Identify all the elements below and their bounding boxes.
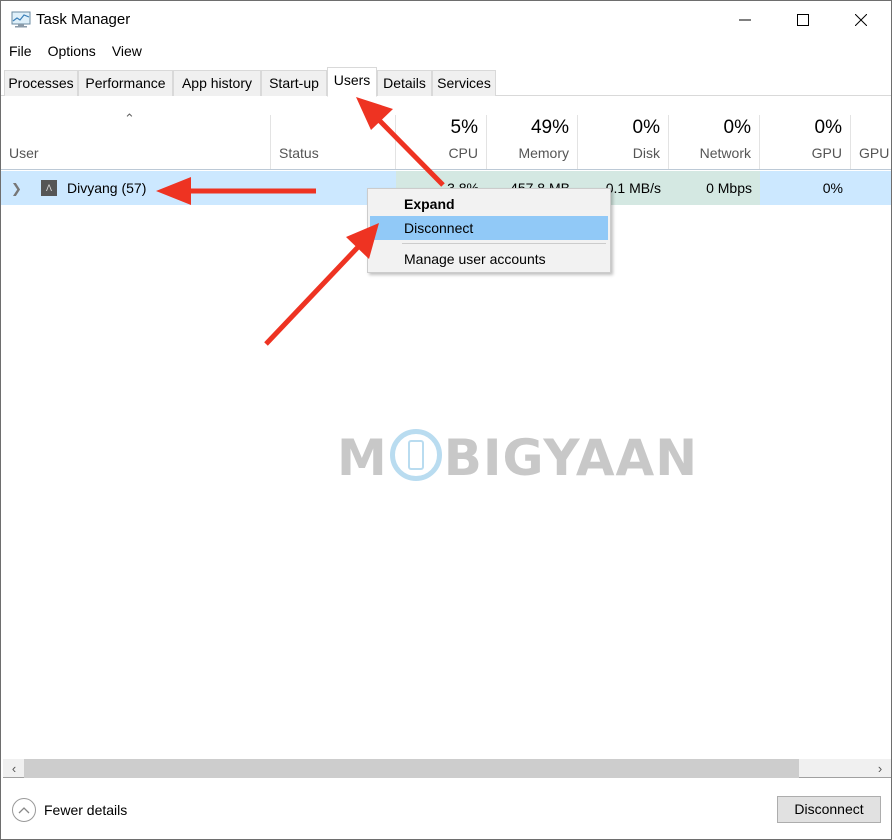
window-title: Task Manager xyxy=(36,11,131,28)
tab-services[interactable]: Services xyxy=(432,70,496,96)
context-menu-manage-user-accounts[interactable]: Manage user accounts xyxy=(370,247,608,271)
tab-details[interactable]: Details xyxy=(377,70,432,96)
fewer-details-button[interactable]: Fewer details xyxy=(12,798,127,822)
title-bar: Task Manager xyxy=(1,1,891,39)
context-menu: Expand Disconnect Manage user accounts xyxy=(367,188,611,273)
user-name: Divyang (57) xyxy=(67,180,147,196)
network-cell: 0 Mbps xyxy=(669,171,760,205)
column-header-memory[interactable]: 49% Memory xyxy=(487,115,578,169)
watermark-phone-icon xyxy=(389,429,442,481)
watermark: M BIGYAAN xyxy=(337,429,699,487)
tab-processes[interactable]: Processes xyxy=(4,70,78,96)
column-header-network[interactable]: 0% Network xyxy=(669,115,760,169)
menu-bar: File Options View xyxy=(1,39,150,63)
maximize-button[interactable] xyxy=(774,1,832,39)
context-menu-separator xyxy=(402,243,606,244)
arrow-to-disconnect xyxy=(264,223,379,346)
column-headers: ⌃ User Status 5% CPU 49% Memory 0% Disk … xyxy=(1,97,892,170)
disk-total: 0% xyxy=(632,117,660,138)
memory-total: 49% xyxy=(530,117,569,138)
tab-users[interactable]: Users xyxy=(327,67,377,97)
minimize-icon xyxy=(739,19,751,21)
network-total: 0% xyxy=(723,117,751,138)
maximize-icon xyxy=(797,14,809,26)
task-manager-app-icon xyxy=(11,11,31,28)
column-header-cpu[interactable]: 5% CPU xyxy=(396,115,487,169)
menu-options[interactable]: Options xyxy=(40,39,104,63)
close-button[interactable] xyxy=(832,1,890,39)
context-menu-expand[interactable]: Expand xyxy=(370,192,608,216)
user-avatar-icon: Ʌ xyxy=(41,180,57,196)
column-header-gpu[interactable]: 0% GPU xyxy=(760,115,851,169)
close-icon xyxy=(855,14,867,26)
column-header-gpu-engine[interactable]: GPU e xyxy=(851,115,892,169)
menu-file[interactable]: File xyxy=(1,39,40,63)
menu-view[interactable]: View xyxy=(104,39,150,63)
column-header-user[interactable]: User xyxy=(1,115,271,169)
tab-app-history[interactable]: App history xyxy=(173,70,261,96)
tab-strip: Processes Performance App history Start-… xyxy=(1,67,891,97)
expand-chevron-icon[interactable]: ❯ xyxy=(11,181,22,197)
task-manager-window: Task Manager File Options View Processes… xyxy=(0,0,892,840)
tab-performance[interactable]: Performance xyxy=(78,70,173,96)
chevron-up-circle-icon xyxy=(12,798,36,822)
scrollbar-thumb[interactable] xyxy=(24,759,799,778)
gpu-total: 0% xyxy=(814,117,842,138)
gpu-cell: 0% xyxy=(822,180,843,196)
cpu-total: 5% xyxy=(450,117,478,138)
tab-start-up[interactable]: Start-up xyxy=(261,70,327,96)
disconnect-button[interactable]: Disconnect xyxy=(777,796,881,823)
context-menu-disconnect[interactable]: Disconnect xyxy=(370,216,608,240)
column-header-status[interactable]: Status xyxy=(271,115,396,169)
column-header-disk[interactable]: 0% Disk xyxy=(578,115,669,169)
scroll-left-icon[interactable]: ‹ xyxy=(6,759,22,778)
scroll-right-icon[interactable]: › xyxy=(872,759,888,778)
minimize-button[interactable] xyxy=(716,1,774,39)
horizontal-scrollbar[interactable]: ‹ › xyxy=(3,759,891,778)
